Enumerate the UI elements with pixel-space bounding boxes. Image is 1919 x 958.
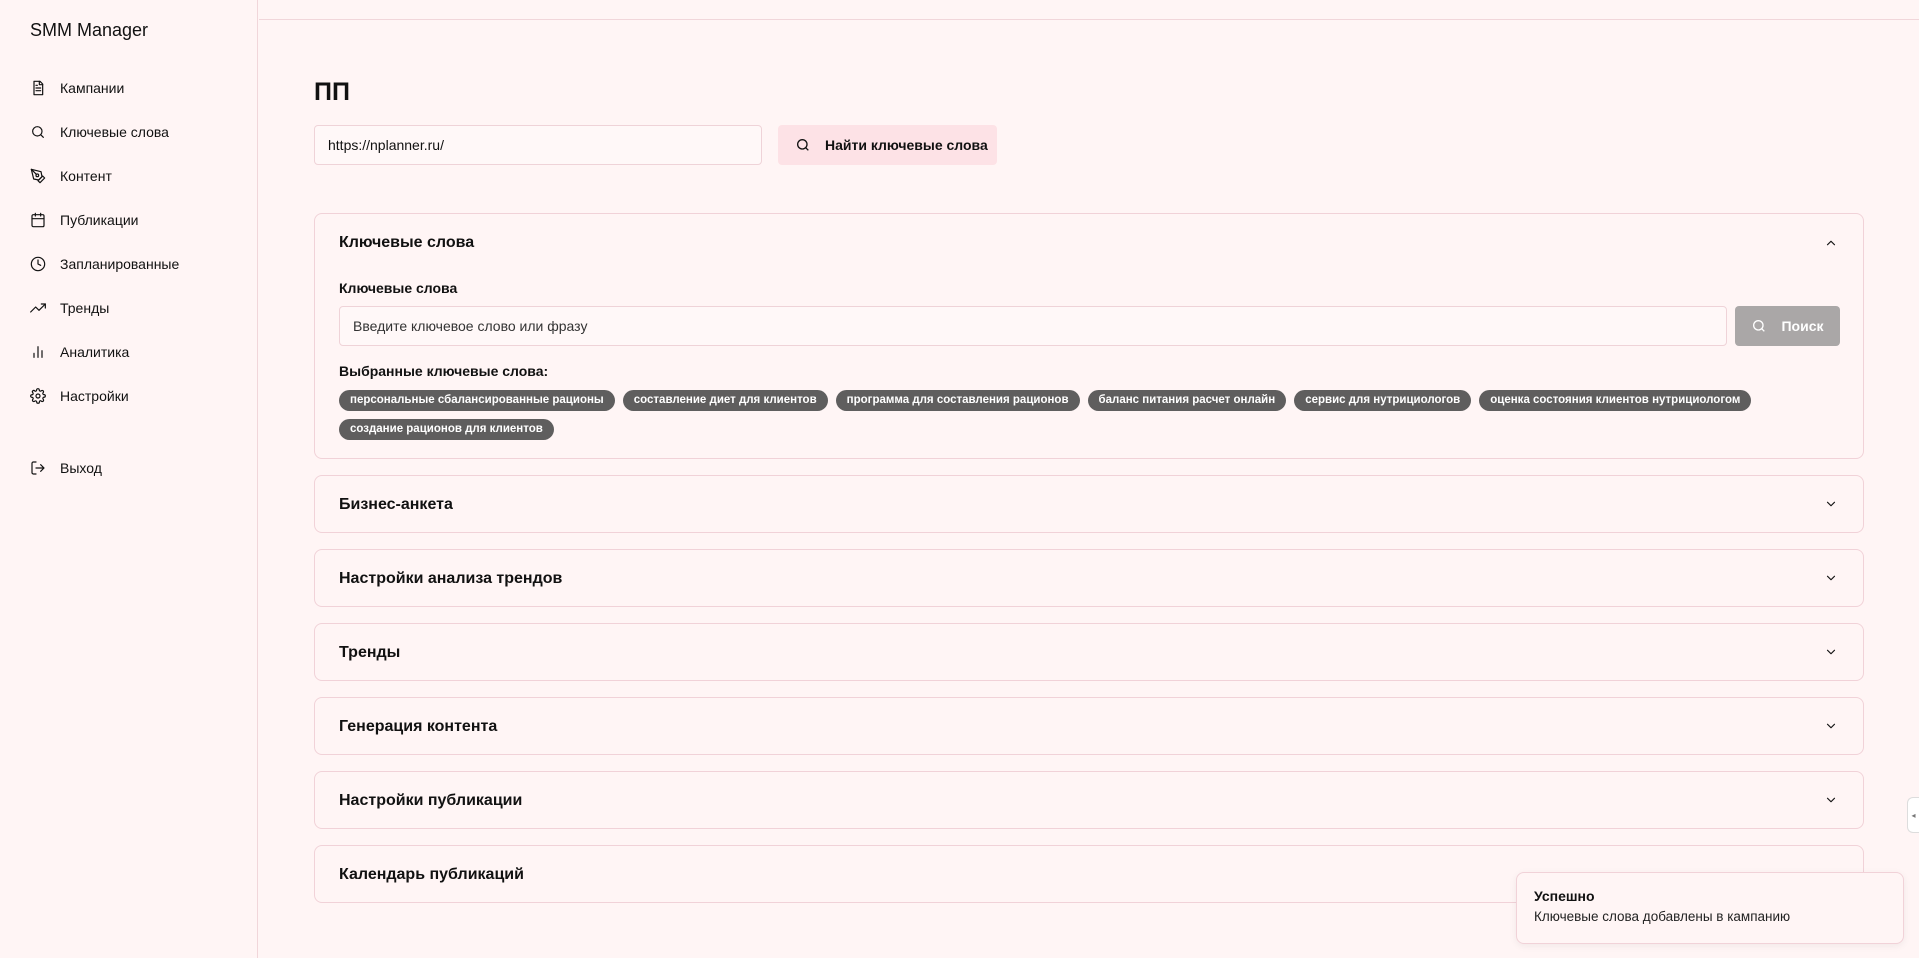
sidebar-item-content[interactable]: Контент [30, 164, 112, 188]
chevron-down-icon[interactable] [1824, 645, 1838, 659]
search-icon [797, 139, 809, 151]
trend-analysis-settings-panel[interactable]: Настройки анализа трендов [314, 549, 1864, 607]
trending-icon [30, 303, 46, 313]
panel-title: Бизнес-анкета [339, 496, 453, 513]
sidebar-item-trends[interactable]: Тренды [30, 296, 109, 320]
document-icon [33, 80, 44, 96]
sidebar-item-analytics[interactable]: Аналитика [30, 340, 129, 364]
calendar-icon [31, 212, 45, 228]
website-url-input[interactable] [314, 125, 762, 165]
chevron-down-icon[interactable] [1824, 793, 1838, 807]
chevron-down-icon[interactable] [1824, 497, 1838, 511]
chevron-down-icon[interactable] [1824, 571, 1838, 585]
panel-title: Настройки публикации [339, 792, 523, 809]
publication-settings-panel[interactable]: Настройки публикации [314, 771, 1864, 829]
sidebar-item-label: Настройки [60, 388, 129, 404]
find-keywords-label: Найти ключевые слова [825, 137, 988, 153]
sidebar: SMM Manager Кампании Ключевые слова Конт… [0, 0, 258, 958]
keywords-panel-title[interactable]: Ключевые слова [339, 234, 474, 252]
search-icon [1753, 320, 1766, 332]
header-divider [259, 19, 1919, 20]
keywords-panel: Ключевые слова Ключевые слова Поиск Выбр… [314, 213, 1864, 459]
sidebar-item-scheduled[interactable]: Запланированные [30, 252, 179, 276]
keyword-tag[interactable]: сервис для нутрициологов [1294, 390, 1472, 411]
keyword-tag[interactable]: создание рационов для клиентов [339, 419, 554, 440]
sidebar-item-label: Тренды [60, 300, 110, 316]
keyword-search-input[interactable] [339, 306, 1727, 346]
panel-title: Генерация контента [339, 718, 498, 735]
keyword-tag[interactable]: баланс питания расчет онлайн [1087, 390, 1287, 411]
chevron-up-icon[interactable] [1824, 236, 1838, 250]
success-toast: Успешно Ключевые слова добавлены в кампа… [1516, 872, 1904, 944]
sidebar-item-label: Кампании [60, 80, 125, 96]
toast-title: Успешно [1534, 888, 1595, 904]
keywords-field-label: Ключевые слова [339, 280, 458, 296]
sidebar-item-label: Запланированные [60, 256, 180, 272]
business-profile-panel[interactable]: Бизнес-анкета [314, 475, 1864, 533]
selected-keyword-tags: персональные сбалансированные рационы со… [339, 390, 1839, 440]
app-title: SMM Manager [30, 20, 149, 40]
sidebar-item-label: Ключевые слова [60, 124, 169, 140]
clock-icon [30, 256, 46, 272]
keyword-tag[interactable]: персональные сбалансированные рационы [339, 390, 615, 411]
logout-button[interactable]: Выход [30, 456, 102, 480]
keyword-tag[interactable]: составление диет для клиентов [622, 390, 828, 411]
side-panel-handle[interactable]: ◂ [1907, 797, 1919, 833]
panel-title: Календарь публикаций [339, 866, 524, 883]
page-title: ПП [314, 78, 350, 106]
trends-panel[interactable]: Тренды [314, 623, 1864, 681]
sidebar-item-settings[interactable]: Настройки [30, 384, 129, 408]
selected-keywords-label: Выбранные ключевые слова: [339, 363, 549, 379]
logout-label: Выход [60, 460, 102, 476]
panel-title: Настройки анализа трендов [339, 570, 563, 587]
bar-chart-icon [33, 346, 43, 358]
sidebar-item-label: Аналитика [60, 344, 130, 360]
chevron-down-icon[interactable] [1824, 719, 1838, 733]
sidebar-item-label: Контент [60, 168, 112, 184]
sidebar-item-publications[interactable]: Публикации [30, 208, 138, 232]
content-generation-panel[interactable]: Генерация контента [314, 697, 1864, 755]
keyword-tag[interactable]: оценка состояния клиентов нутрициологом [1479, 390, 1752, 411]
sidebar-item-keywords[interactable]: Ключевые слова [30, 120, 169, 144]
search-icon [32, 126, 44, 138]
panel-title: Тренды [339, 644, 401, 661]
logout-icon [31, 461, 45, 475]
search-button[interactable]: Поиск [1735, 306, 1840, 346]
sidebar-item-campaigns[interactable]: Кампании [30, 76, 124, 100]
keyword-tag[interactable]: программа для составления рационов [835, 390, 1080, 411]
find-keywords-button[interactable]: Найти ключевые слова [778, 125, 997, 165]
search-button-label: Поиск [1781, 318, 1824, 334]
gear-icon [30, 388, 46, 404]
pen-icon [30, 168, 46, 184]
toast-message: Ключевые слова добавлены в кампанию [1534, 909, 1791, 924]
sidebar-item-label: Публикации [60, 212, 139, 228]
